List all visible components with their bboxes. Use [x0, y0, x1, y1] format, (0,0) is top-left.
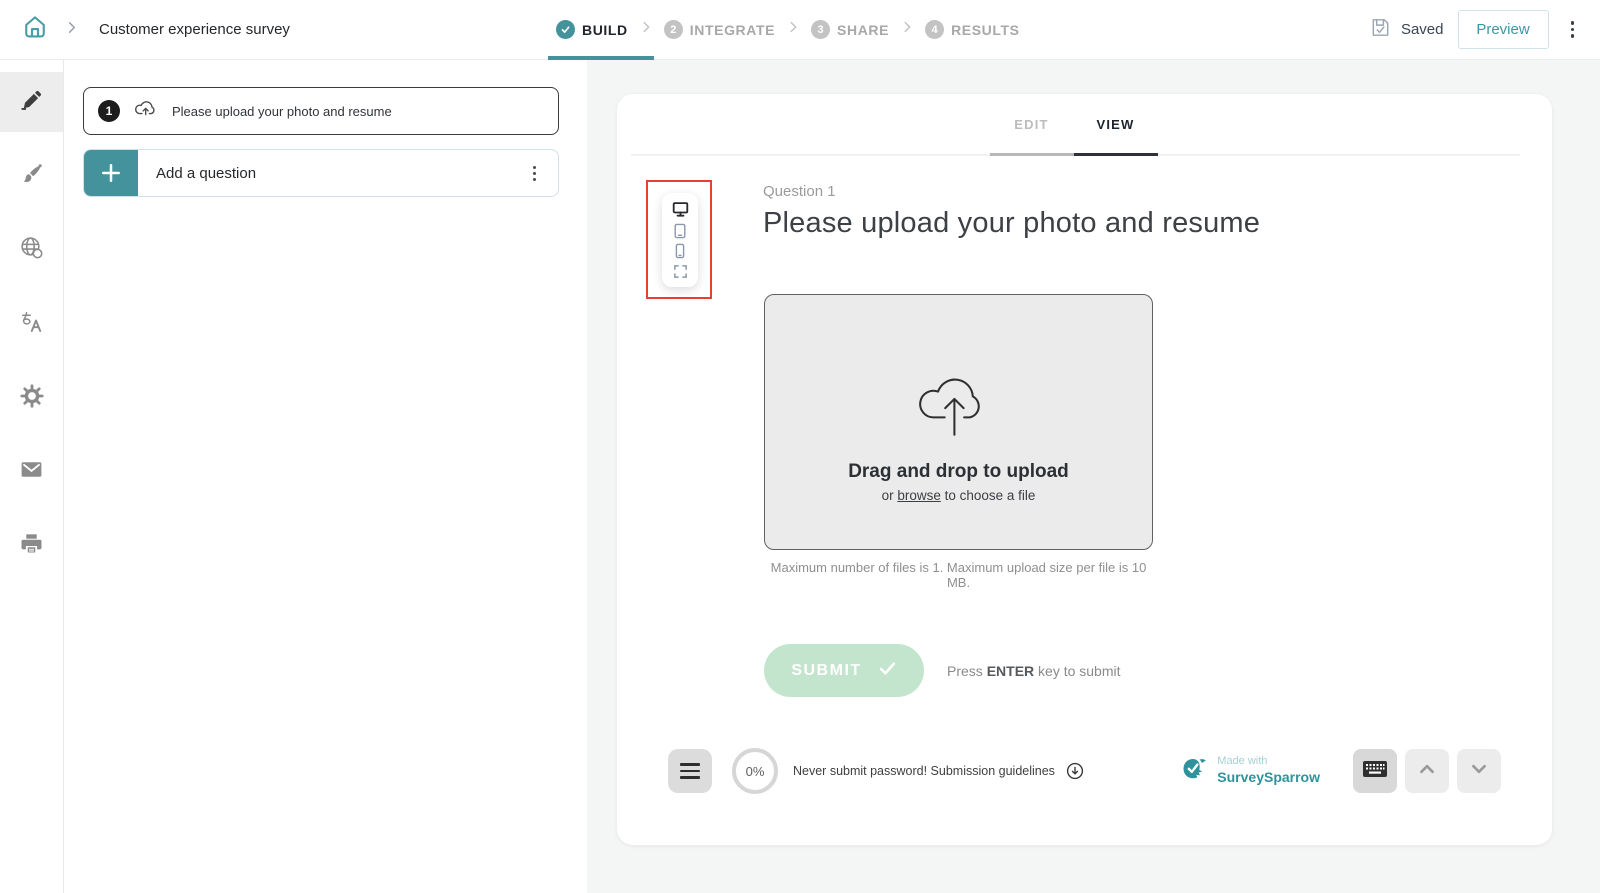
question-title: Please upload your photo and resume [763, 207, 1260, 240]
submission-guidelines-note: Never submit password! Submission guidel… [793, 764, 1055, 778]
surveysparrow-logo-icon [1180, 755, 1208, 788]
check-icon [556, 20, 575, 39]
tablet-icon[interactable] [672, 223, 688, 239]
step-number-badge: 4 [925, 20, 944, 39]
chevron-right-icon [786, 20, 800, 39]
chevron-up-icon [1417, 759, 1437, 784]
sidebar-item-email[interactable] [0, 442, 63, 502]
printer-icon [19, 531, 44, 561]
home-icon [20, 12, 50, 47]
breadcrumb: Customer experience survey [18, 13, 290, 47]
edit-view-tabs: EDIT VIEW [606, 114, 1541, 156]
step-share[interactable]: 3 SHARE [811, 20, 889, 39]
progress-indicator: 0% [732, 748, 778, 794]
sidebar-item-translate[interactable] [0, 294, 63, 354]
next-question-button[interactable] [1457, 749, 1501, 793]
tab-view[interactable]: VIEW [1074, 114, 1158, 156]
mobile-icon[interactable] [672, 243, 688, 259]
step-label: SHARE [837, 22, 889, 38]
plus-icon[interactable] [84, 150, 138, 196]
fullscreen-icon[interactable] [673, 264, 688, 279]
save-icon [1369, 16, 1392, 43]
keyboard-icon [1362, 760, 1388, 783]
paintbrush-icon [20, 162, 44, 191]
cloud-upload-icon [132, 97, 160, 126]
cloud-upload-icon [913, 360, 1005, 447]
gear-icon [20, 384, 44, 413]
left-icon-rail [0, 60, 64, 893]
survey-title: Customer experience survey [99, 21, 290, 38]
question-list-panel: 1 Please upload your photo and resume Ad… [64, 60, 587, 893]
enter-hint: Press ENTER key to submit [947, 663, 1121, 679]
kebab-menu-icon[interactable] [1563, 15, 1583, 44]
question-card-1[interactable]: 1 Please upload your photo and resume [83, 87, 559, 135]
home-button[interactable] [18, 13, 52, 47]
question-number-badge: 1 [98, 100, 120, 122]
step-build[interactable]: BUILD [556, 20, 628, 39]
step-number-badge: 2 [664, 20, 683, 39]
sidebar-item-build[interactable] [0, 72, 63, 132]
preview-button[interactable]: Preview [1458, 10, 1549, 49]
wizard-steps: BUILD 2 INTEGRATE 3 SHARE 4 RESULTS [556, 0, 1020, 59]
step-number-badge: 3 [811, 20, 830, 39]
survey-preview-card: EDIT VIEW [617, 94, 1552, 845]
chevron-right-icon [64, 20, 79, 40]
chevron-right-icon [639, 20, 653, 39]
sidebar-item-design[interactable] [0, 146, 63, 206]
tab-edit[interactable]: EDIT [990, 114, 1074, 156]
step-label: RESULTS [951, 22, 1020, 38]
chevron-right-icon [900, 20, 914, 39]
step-integrate[interactable]: 2 INTEGRATE [664, 20, 775, 39]
check-icon [878, 659, 897, 683]
submit-button[interactable]: SUBMIT [764, 644, 924, 697]
device-preview-switcher [662, 193, 698, 287]
file-dropzone[interactable]: Drag and drop to upload or browse to cho… [764, 294, 1153, 550]
translate-icon [20, 310, 44, 339]
pencil-icon [20, 88, 44, 117]
download-guidelines-icon[interactable] [1066, 762, 1084, 780]
keyboard-shortcuts-button[interactable] [1353, 749, 1397, 793]
max-files-note: Maximum number of files is 1. Maximum up… [764, 560, 1153, 590]
top-header: Customer experience survey BUILD 2 INTEG… [0, 0, 1600, 60]
question-options-kebab-icon[interactable] [529, 162, 540, 185]
step-label: BUILD [582, 22, 628, 38]
previous-question-button[interactable] [1405, 749, 1449, 793]
sidebar-item-print[interactable] [0, 516, 63, 576]
question-card-label: Please upload your photo and resume [172, 104, 392, 119]
hamburger-menu-button[interactable] [668, 749, 712, 793]
sidebar-item-global[interactable] [0, 220, 63, 280]
brand-name: SurveySparrow [1217, 769, 1320, 787]
desktop-icon[interactable] [672, 201, 689, 218]
submit-button-label: SUBMIT [791, 662, 861, 680]
save-status: Saved [1369, 16, 1444, 43]
add-question-label: Add a question [156, 165, 529, 182]
dropzone-subtitle: or browse to choose a file [882, 488, 1036, 503]
preview-footer: 0% Never submit password! Submission gui… [617, 748, 1552, 794]
step-results[interactable]: 4 RESULTS [925, 20, 1020, 39]
preview-region: EDIT VIEW [587, 60, 1600, 893]
step-label: INTEGRATE [690, 22, 775, 38]
chevron-down-icon [1469, 759, 1489, 784]
surveysparrow-branding[interactable]: Made with SurveySparrow [1180, 755, 1320, 788]
made-with-label: Made with [1217, 755, 1320, 769]
mail-icon [19, 457, 44, 487]
dropzone-title: Drag and drop to upload [848, 461, 1069, 483]
question-number-label: Question 1 [763, 183, 836, 200]
browse-link[interactable]: browse [897, 488, 941, 503]
sidebar-item-settings[interactable] [0, 368, 63, 428]
add-question-button[interactable]: Add a question [83, 149, 559, 197]
globe-icon [19, 235, 44, 265]
save-status-label: Saved [1401, 21, 1444, 38]
